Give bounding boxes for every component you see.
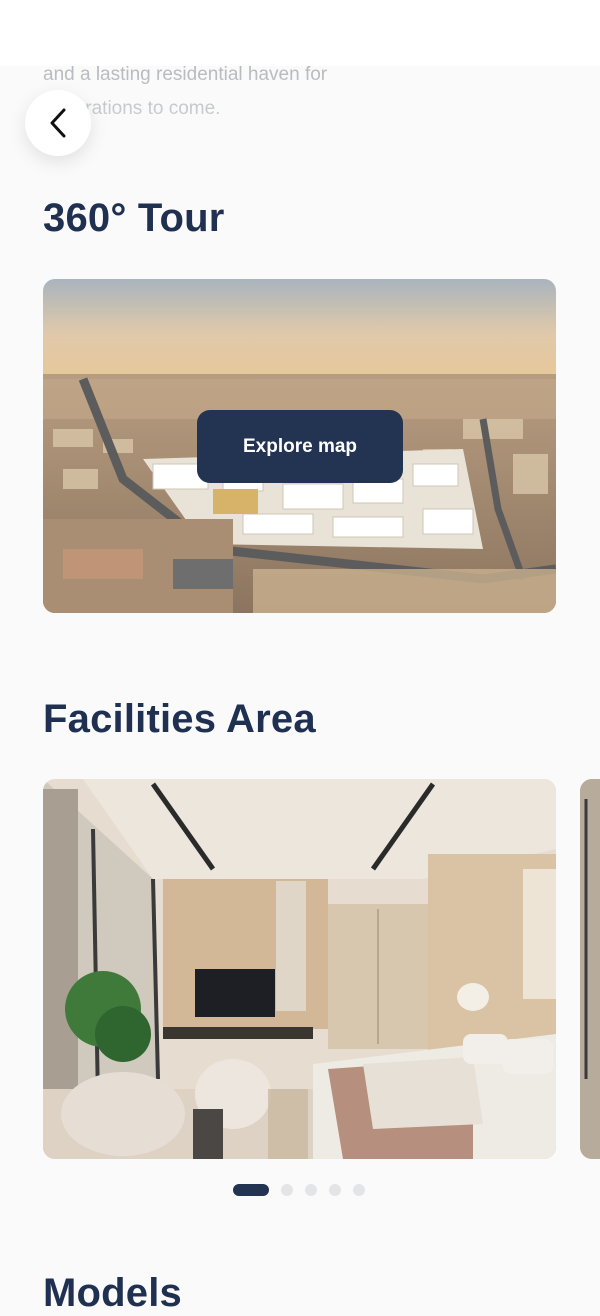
next-facility-image [580,779,600,1159]
explore-map-button[interactable]: Explore map [197,410,403,483]
pagination-dot-3[interactable] [305,1184,317,1196]
status-bar-area [0,0,600,66]
facility-image-card[interactable] [43,779,556,1159]
pagination-dot-5[interactable] [353,1184,365,1196]
pagination-dot-1[interactable] [233,1184,269,1196]
back-button[interactable] [25,90,91,156]
intro-line-1: and a lasting residential haven for [43,64,328,85]
intro-line-2: generations to come. [43,98,221,119]
intro-text: and a lasting residential haven for gene… [43,58,423,126]
next-facility-card-peek[interactable] [580,779,600,1159]
tour-section-title: 360° Tour [43,196,225,240]
pagination-dot-4[interactable] [329,1184,341,1196]
carousel-pagination [233,1184,365,1196]
chevron-left-icon [50,108,66,138]
pagination-dot-2[interactable] [281,1184,293,1196]
facilities-section-title: Facilities Area [43,697,316,741]
tour-map-card[interactable]: Explore map [43,279,556,613]
models-section-title: Models [43,1271,182,1315]
bedroom-interior-image [43,779,556,1159]
